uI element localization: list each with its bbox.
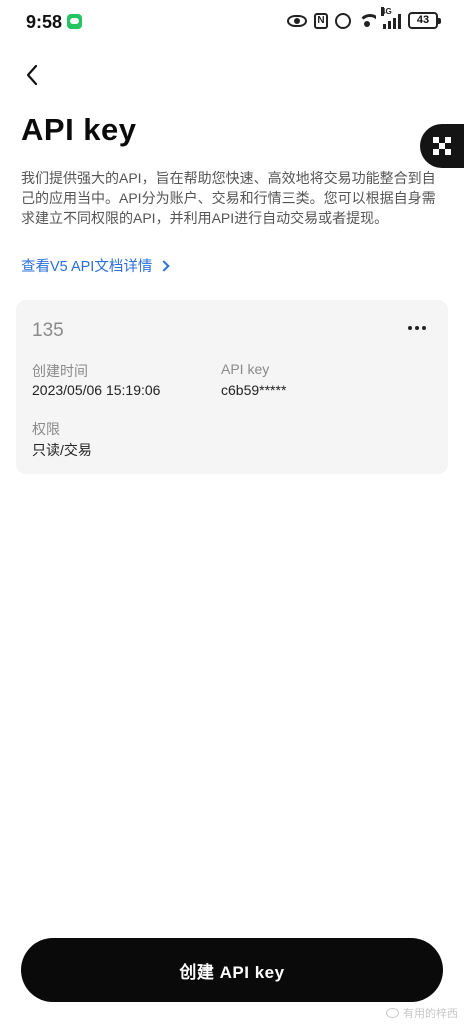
permission-label: 权限 [32,421,60,437]
eye-icon [287,14,307,27]
more-horizontal-icon [408,326,412,330]
wechat-icon [67,14,82,29]
api-key-value: c6b59***** [221,382,287,398]
wifi-icon [358,13,376,28]
watermark: 有用的梓西 [386,1005,458,1021]
permission-value: 只读/交易 [32,442,92,458]
weibo-icon [386,1008,399,1018]
watermark-text: 有用的梓西 [403,1008,458,1020]
chevron-right-icon [158,259,171,272]
qr-icon [433,137,451,155]
created-time-label: 创建时间 [32,363,88,379]
chevron-left-icon [26,64,38,86]
api-key-name: 135 [32,320,64,341]
page-title: API key [21,112,137,147]
api-key-card: 135 创建时间 2023/05/06 15:19:06 API key c6b… [16,300,448,474]
back-button[interactable] [18,60,48,90]
api-docs-link[interactable]: 查看V5 API文档详情 [21,255,171,276]
api-docs-link-label: 查看V5 API文档详情 [21,259,153,275]
status-time: 9:58 [26,12,63,32]
nfc-icon: N [314,12,328,29]
alarm-icon [335,12,351,29]
create-api-key-button[interactable]: 创建 API key [21,938,443,1002]
more-options-button[interactable] [402,318,432,338]
signal-icon: 4G [381,6,401,29]
status-icons: N 4G 43 [287,6,441,29]
created-time-value: 2023/05/06 15:19:06 [32,382,161,398]
battery-icon: 43 [408,12,441,29]
network-type-label: 4G [381,6,392,16]
status-bar: 9:58 N 4G 43 [0,0,464,44]
intro-text: 我们提供强大的API，旨在帮助您快速、高效地将交易功能整合到自己的应用当中。AP… [21,170,436,226]
api-key-label: API key [221,361,270,377]
floating-qr-button[interactable] [420,124,464,168]
